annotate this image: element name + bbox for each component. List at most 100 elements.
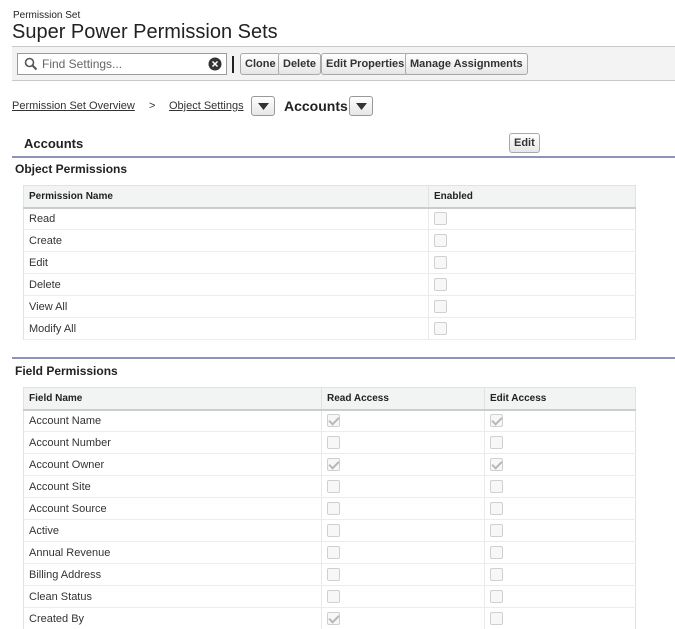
read-access-cell <box>321 475 485 498</box>
table-row: Account Site <box>23 475 636 498</box>
permission-name: Read <box>23 207 429 230</box>
read-access-checkbox <box>327 546 340 559</box>
edit-access-cell <box>484 607 636 629</box>
permission-name: View All <box>23 295 429 318</box>
table-row: Edit <box>23 251 636 274</box>
permission-set-overview-link[interactable]: Permission Set Overview <box>12 100 135 112</box>
edit-properties-button[interactable]: Edit Properties <box>321 53 410 75</box>
current-object: Accounts <box>284 98 348 114</box>
edit-access-cell <box>484 563 636 586</box>
clear-search-icon[interactable] <box>208 57 222 71</box>
enabled-checkbox <box>434 322 447 335</box>
edit-button[interactable]: Edit <box>509 133 540 153</box>
object-settings-link[interactable]: Object Settings <box>169 100 244 112</box>
chevron-down-icon <box>258 103 269 110</box>
edit-access-cell <box>484 409 636 432</box>
field-name: Account Owner <box>23 453 322 476</box>
column-header: Edit Access <box>484 387 636 411</box>
permission-name: Edit <box>23 251 429 274</box>
edit-access-checkbox <box>490 524 503 537</box>
edit-access-cell <box>484 475 636 498</box>
read-access-checkbox <box>327 458 340 471</box>
enabled-cell <box>428 317 636 340</box>
table-row: Billing Address <box>23 563 636 586</box>
table-row: Annual Revenue <box>23 541 636 564</box>
table-row: Clean Status <box>23 585 636 608</box>
clone-button[interactable]: Clone <box>240 53 281 75</box>
read-access-cell <box>321 519 485 542</box>
enabled-checkbox <box>434 212 447 226</box>
permission-name: Modify All <box>23 317 429 340</box>
toolbar: Clone Delete Edit Properties Manage Assi… <box>12 46 675 81</box>
edit-access-checkbox <box>490 568 503 581</box>
enabled-cell <box>428 207 636 230</box>
find-settings-input[interactable] <box>42 56 202 72</box>
field-name: Created By <box>23 607 322 629</box>
section-title: Accounts <box>24 136 84 151</box>
table-row: Account Name <box>23 409 636 432</box>
edit-access-cell <box>484 541 636 564</box>
read-access-cell <box>321 497 485 520</box>
manage-assignments-button[interactable]: Manage Assignments <box>405 53 528 75</box>
read-access-checkbox <box>327 502 340 515</box>
read-access-checkbox <box>327 524 340 537</box>
page-type-label: Permission Set <box>13 10 81 21</box>
edit-access-checkbox <box>490 612 503 625</box>
section-divider <box>12 357 675 359</box>
enabled-checkbox <box>434 300 447 313</box>
toolbar-divider <box>232 56 234 73</box>
edit-access-checkbox <box>490 458 503 471</box>
edit-access-checkbox <box>490 414 503 428</box>
table-row: View All <box>23 295 636 318</box>
enabled-checkbox <box>434 234 447 247</box>
read-access-checkbox <box>327 480 340 493</box>
field-name: Account Site <box>23 475 322 498</box>
table-row: Create <box>23 229 636 252</box>
enabled-cell <box>428 251 636 274</box>
breadcrumb-separator: > <box>149 100 156 112</box>
edit-access-cell <box>484 585 636 608</box>
edit-access-checkbox <box>490 480 503 493</box>
field-name: Account Number <box>23 431 322 454</box>
table-row: Read <box>23 207 636 230</box>
search-box <box>17 53 227 75</box>
field-name: Account Source <box>23 497 322 520</box>
edit-access-cell <box>484 453 636 476</box>
column-header: Enabled <box>428 185 636 209</box>
table-row: Account Owner <box>23 453 636 476</box>
edit-access-checkbox <box>490 502 503 515</box>
read-access-checkbox <box>327 612 340 625</box>
object-settings-dropdown[interactable] <box>251 96 275 116</box>
read-access-cell <box>321 409 485 432</box>
read-access-cell <box>321 431 485 454</box>
object-permissions-title: Object Permissions <box>15 162 128 176</box>
column-header: Read Access <box>321 387 485 411</box>
object-permissions-table: Permission Name Enabled Read Create Edit De… <box>23 185 636 340</box>
read-access-cell <box>321 585 485 608</box>
permission-name: Create <box>23 229 429 252</box>
edit-access-checkbox <box>490 436 503 449</box>
edit-access-checkbox <box>490 546 503 559</box>
field-permissions-table: Field Name Read Access Edit Access Accou… <box>23 387 636 629</box>
edit-access-checkbox <box>490 590 503 603</box>
enabled-cell <box>428 229 636 252</box>
table-row: Modify All <box>23 317 636 340</box>
breadcrumb: Permission Set Overview > Object Setting… <box>12 94 612 118</box>
edit-access-cell <box>484 431 636 454</box>
enabled-cell <box>428 273 636 296</box>
permission-name: Delete <box>23 273 429 296</box>
table-row: Active <box>23 519 636 542</box>
table-row: Created By <box>23 607 636 629</box>
enabled-cell <box>428 295 636 318</box>
table-row: Account Source <box>23 497 636 520</box>
enabled-checkbox <box>434 256 447 269</box>
field-name: Billing Address <box>23 563 322 586</box>
enabled-checkbox <box>434 278 447 291</box>
chevron-down-icon <box>356 103 367 110</box>
field-name: Annual Revenue <box>23 541 322 564</box>
object-dropdown[interactable] <box>349 96 373 116</box>
table-row: Delete <box>23 273 636 296</box>
read-access-cell <box>321 541 485 564</box>
edit-access-cell <box>484 497 636 520</box>
delete-button[interactable]: Delete <box>278 53 322 75</box>
